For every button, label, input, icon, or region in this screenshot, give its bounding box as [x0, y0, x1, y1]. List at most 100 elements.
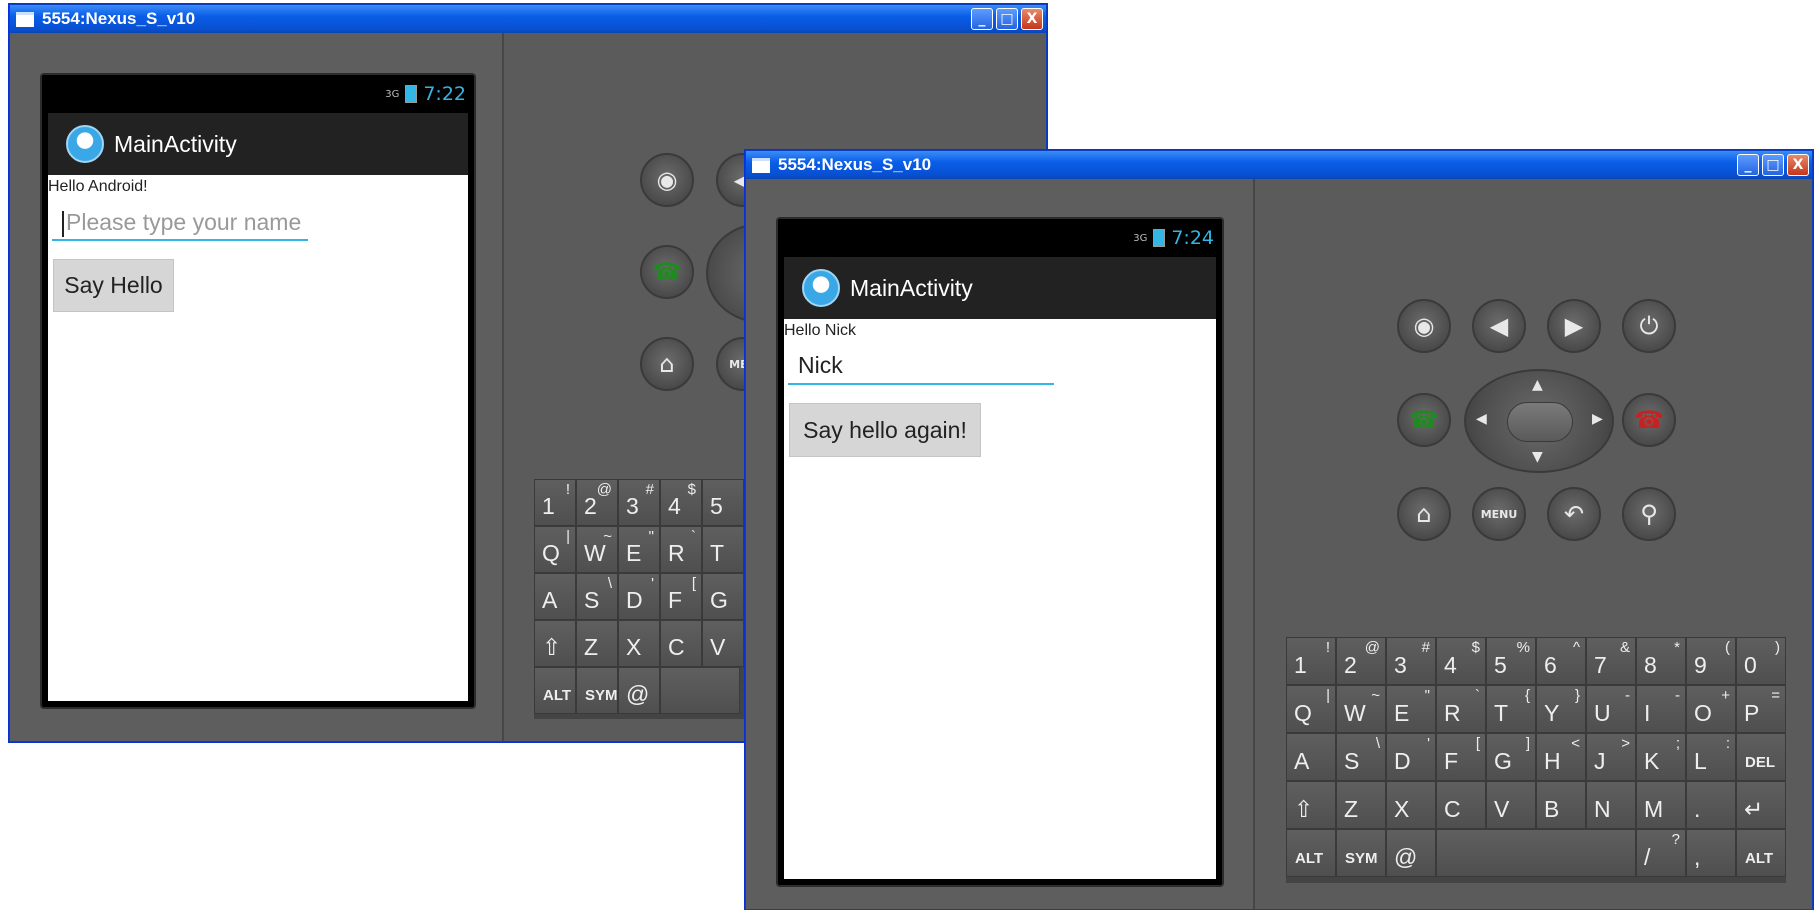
front-window-titlebar[interactable]: 5554:Nexus_S_v10 _ □ X [746, 151, 1812, 179]
key-v[interactable]: V [702, 620, 744, 667]
key-.[interactable]: . [1686, 781, 1736, 829]
key-r[interactable]: R ` [660, 526, 702, 573]
key-0[interactable]: 0) [1736, 637, 1786, 685]
key-t[interactable]: T [702, 526, 744, 573]
close-button[interactable]: X [1787, 154, 1809, 176]
power-button[interactable]: ⏻ [1622, 299, 1676, 353]
key-c[interactable]: C [1436, 781, 1486, 829]
key-a[interactable]: A [1286, 733, 1336, 781]
key-j[interactable]: J > [1586, 733, 1636, 781]
key-a[interactable]: A [534, 573, 576, 620]
key-f[interactable]: F[ [1436, 733, 1486, 781]
search-button[interactable]: ⚲ [1622, 487, 1676, 541]
key-h[interactable]: H < [1536, 733, 1586, 781]
key-y[interactable]: Y} [1536, 685, 1586, 733]
key-i[interactable]: I- [1636, 685, 1686, 733]
key-4[interactable]: 4 $ [660, 479, 702, 526]
key-g[interactable]: G [702, 573, 744, 620]
dpad-right-icon[interactable]: ▶ [1592, 411, 1603, 427]
maximize-button[interactable]: □ [996, 8, 1018, 30]
key-2[interactable]: 2 @ [576, 479, 618, 526]
key-p[interactable]: P = [1736, 685, 1786, 733]
key-8[interactable]: 8 * [1636, 637, 1686, 685]
key-sym[interactable]: SYM [1336, 829, 1386, 877]
key-n[interactable]: N [1586, 781, 1636, 829]
key-o[interactable]: O + [1686, 685, 1736, 733]
key-s[interactable]: S \ [576, 573, 618, 620]
key-e[interactable]: E " [618, 526, 660, 573]
key-r[interactable]: R ` [1436, 685, 1486, 733]
close-button[interactable]: X [1021, 8, 1043, 30]
key-⇧[interactable]: ⇧ [534, 620, 576, 667]
key-v[interactable]: V [1486, 781, 1536, 829]
key-space[interactable] [660, 667, 740, 714]
key-w[interactable]: W ~ [1336, 685, 1386, 733]
key-2[interactable]: 2 @ [1336, 637, 1386, 685]
menu-button[interactable]: MENU [1472, 487, 1526, 541]
key-k[interactable]: K; [1636, 733, 1686, 781]
key-g[interactable]: G] [1486, 733, 1536, 781]
key-6[interactable]: 6 ^ [1536, 637, 1586, 685]
key-/[interactable]: /? [1636, 829, 1686, 877]
key-7[interactable]: 7 & [1586, 637, 1636, 685]
maximize-button[interactable]: □ [1762, 154, 1784, 176]
key-alt[interactable]: ALT [1286, 829, 1336, 877]
home-button[interactable]: ⌂ [640, 337, 694, 391]
key-z[interactable]: Z [576, 620, 618, 667]
key-c[interactable]: C [660, 620, 702, 667]
key-m[interactable]: M [1636, 781, 1686, 829]
key-,[interactable]: , [1686, 829, 1736, 877]
key-1[interactable]: 1! [1286, 637, 1336, 685]
key-d[interactable]: D ' [1386, 733, 1436, 781]
say-hello-button[interactable]: Say Hello [53, 259, 174, 312]
say-hello-again-button[interactable]: Say hello again! [789, 403, 981, 457]
key-w[interactable]: W ~ [576, 526, 618, 573]
dpad-down-icon[interactable]: ▼ [1532, 449, 1543, 465]
dpad[interactable]: ▲ ▼ ◀ ▶ [1464, 369, 1614, 473]
key-↵[interactable]: ↵ [1736, 781, 1786, 829]
key-5[interactable]: 5% [1486, 637, 1536, 685]
key-b[interactable]: B [1536, 781, 1586, 829]
key-q[interactable]: Q | [534, 526, 576, 573]
key-alt[interactable]: ALT [534, 667, 576, 714]
key-d[interactable]: D ' [618, 573, 660, 620]
dpad-left-icon[interactable]: ◀ [1476, 411, 1487, 427]
back-window-titlebar[interactable]: 5554:Nexus_S_v10 _ □ X [10, 5, 1046, 33]
key-@[interactable]: @ [1386, 829, 1436, 877]
name-input[interactable]: Nick [788, 345, 1054, 385]
key-5[interactable]: 5 [702, 479, 744, 526]
key-x[interactable]: X [1386, 781, 1436, 829]
volume-up-button[interactable]: ▶ [1547, 299, 1601, 353]
key-space[interactable] [1436, 829, 1636, 877]
key-s[interactable]: S \ [1336, 733, 1386, 781]
dpad-center-button[interactable] [1507, 402, 1573, 442]
end-call-button[interactable]: ☎ [1622, 393, 1676, 447]
key-sym[interactable]: SYM [576, 667, 618, 714]
key-9[interactable]: 9( [1686, 637, 1736, 685]
key-x[interactable]: X [618, 620, 660, 667]
key-del[interactable]: DEL [1736, 733, 1786, 781]
call-button[interactable]: ☎ [1397, 393, 1451, 447]
home-button[interactable]: ⌂ [1397, 487, 1451, 541]
key-q[interactable]: Q | [1286, 685, 1336, 733]
camera-button[interactable]: ◉ [1397, 299, 1451, 353]
back-button[interactable]: ↶ [1547, 487, 1601, 541]
key-t[interactable]: T{ [1486, 685, 1536, 733]
name-input[interactable]: Please type your name [52, 203, 308, 241]
camera-button[interactable]: ◉ [640, 153, 694, 207]
key-1[interactable]: 1! [534, 479, 576, 526]
key-@[interactable]: @ [618, 667, 660, 714]
call-button[interactable]: ☎ [640, 245, 694, 299]
key-z[interactable]: Z [1336, 781, 1386, 829]
key-l[interactable]: L: [1686, 733, 1736, 781]
minimize-button[interactable]: _ [1737, 154, 1759, 176]
key-3[interactable]: 3 # [1386, 637, 1436, 685]
dpad-up-icon[interactable]: ▲ [1532, 377, 1543, 393]
key-e[interactable]: E " [1386, 685, 1436, 733]
minimize-button[interactable]: _ [971, 8, 993, 30]
key-u[interactable]: U- [1586, 685, 1636, 733]
volume-down-button[interactable]: ◀ [1472, 299, 1526, 353]
key-3[interactable]: 3 # [618, 479, 660, 526]
key-⇧[interactable]: ⇧ [1286, 781, 1336, 829]
key-4[interactable]: 4 $ [1436, 637, 1486, 685]
